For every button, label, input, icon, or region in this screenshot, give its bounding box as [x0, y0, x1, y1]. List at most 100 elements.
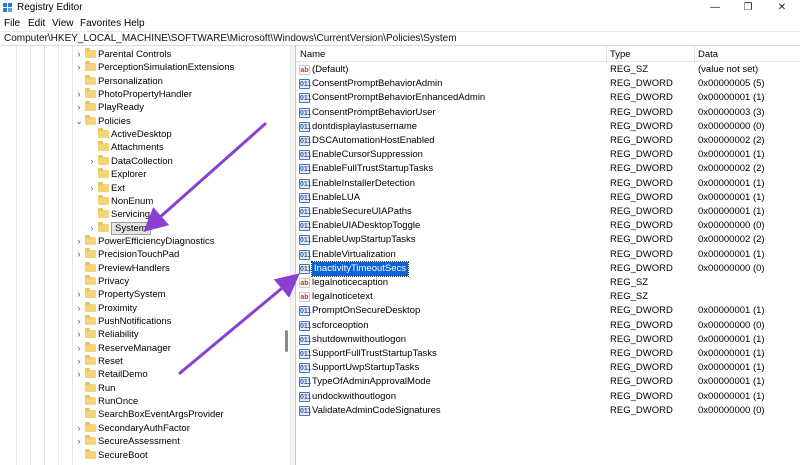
- value-row[interactable]: 011 TypeOfAdminApprovalMode REG_DWORD 0x000…: [296, 375, 800, 389]
- chevron-right-icon[interactable]: ›: [75, 355, 83, 368]
- value-row[interactable]: 011 EnableUwpStartupTasks REG_DWORD 0x00000…: [296, 233, 800, 247]
- tree-item-datacollection[interactable]: › DataCollection: [0, 154, 290, 168]
- value-row[interactable]: 011 undockwithoutlogon REG_DWORD 0x00000001…: [296, 390, 800, 404]
- value-row[interactable]: 011 EnableFullTrustStartupTasks REG_DWORD 0…: [296, 162, 800, 176]
- column-header-name[interactable]: Name: [300, 49, 325, 60]
- chevron-right-icon[interactable]: ›: [75, 235, 83, 248]
- tree-item-searchboxeventargsprovider[interactable]: SearchBoxEventArgsProvider: [0, 408, 290, 421]
- tree-item-policies[interactable]: ⌄ Policies: [0, 114, 290, 128]
- tree-item-privacy[interactable]: Privacy: [0, 274, 290, 288]
- chevron-down-icon[interactable]: ⌄: [75, 115, 83, 128]
- value-row[interactable]: 011 EnableSecureUIAPaths REG_DWORD 0x000000…: [296, 205, 800, 219]
- address-bar[interactable]: Computer\HKEY_LOCAL_MACHINE\SOFTWARE\Mic…: [0, 31, 800, 46]
- chevron-right-icon[interactable]: ›: [75, 288, 83, 301]
- value-type: REG_DWORD: [610, 106, 673, 118]
- value-row[interactable]: 011 ValidateAdminCodeSignatures REG_DWORD 0…: [296, 404, 800, 418]
- value-type: REG_SZ: [610, 291, 649, 303]
- address-path[interactable]: Computer\HKEY_LOCAL_MACHINE\SOFTWARE\Mic…: [4, 33, 457, 44]
- tree-item-retaildemo[interactable]: › RetailDemo: [0, 368, 290, 381]
- chevron-right-icon[interactable]: ›: [75, 48, 83, 61]
- chevron-right-icon[interactable]: ›: [75, 342, 83, 355]
- tree-item-system[interactable]: › System: [0, 221, 290, 235]
- chevron-right-icon[interactable]: ›: [75, 101, 83, 114]
- value-row[interactable]: 011 EnableLUA REG_DWORD 0x00000001 (1): [296, 191, 800, 205]
- value-row[interactable]: ab legalnoticecaption REG_SZ: [296, 276, 800, 290]
- chevron-right-icon[interactable]: ›: [88, 222, 96, 235]
- tree-item-runonce[interactable]: RunOnce: [0, 395, 290, 408]
- tree-item-photopropertyhandler[interactable]: › PhotoPropertyHandler: [0, 88, 290, 101]
- chevron-right-icon[interactable]: ›: [88, 155, 96, 168]
- tree-item-explorer[interactable]: Explorer: [0, 168, 290, 181]
- column-header-data[interactable]: Data: [698, 49, 718, 60]
- values-list[interactable]: Name Type Data ab (Default) REG_SZ (value n…: [296, 46, 800, 465]
- column-header-type[interactable]: Type: [610, 49, 631, 60]
- value-row[interactable]: 011 DSCAutomationHostEnabled REG_DWORD 0x00…: [296, 134, 800, 148]
- tree-item-precisiontouchpad[interactable]: › PrecisionTouchPad: [0, 248, 290, 261]
- tree-item-ext[interactable]: › Ext: [0, 181, 290, 195]
- tree-item-propertysystem[interactable]: › PropertySystem: [0, 288, 290, 301]
- tree-item-personalization[interactable]: Personalization: [0, 74, 290, 88]
- value-row[interactable]: 011 ConsentPromptBehaviorEnhancedAdmin REG…: [296, 91, 800, 105]
- chevron-right-icon[interactable]: ›: [75, 248, 83, 261]
- value-row[interactable]: 011 scforceoption REG_DWORD 0x00000000 (0): [296, 319, 800, 333]
- tree-item-pushnotifications[interactable]: › PushNotifications: [0, 315, 290, 328]
- menu-help[interactable]: Help: [124, 18, 145, 29]
- minimize-button[interactable]: —: [700, 0, 730, 16]
- chevron-right-icon[interactable]: ›: [75, 422, 83, 435]
- tree-item-reliability[interactable]: › Reliability: [0, 328, 290, 341]
- column-separator[interactable]: [694, 46, 695, 62]
- tree-item-secureboot[interactable]: SecureBoot: [0, 448, 290, 462]
- tree-item-playready[interactable]: › PlayReady: [0, 101, 290, 114]
- value-row[interactable]: 011 EnableUIADesktopToggle REG_DWORD 0x0000…: [296, 219, 800, 233]
- tree-item-reservemanager[interactable]: › ReserveManager: [0, 341, 290, 355]
- value-row[interactable]: 011 dontdisplaylastusername REG_DWORD 0x000…: [296, 120, 800, 134]
- value-name: legalnoticecaption: [312, 277, 389, 288]
- tree-item-powerefficiencydiagnostics[interactable]: › PowerEfficiencyDiagnostics: [0, 234, 290, 248]
- value-row[interactable]: 011 shutdownwithoutlogon REG_DWORD 0x000000…: [296, 333, 800, 347]
- chevron-right-icon[interactable]: ›: [75, 302, 83, 315]
- value-name: EnableLUA: [312, 191, 361, 203]
- maximize-button[interactable]: ❐: [733, 0, 763, 16]
- menu-edit[interactable]: Edit: [28, 18, 45, 29]
- tree-item-attachments[interactable]: Attachments: [0, 141, 290, 154]
- value-row[interactable]: ab legalnoticetext REG_SZ: [296, 290, 800, 304]
- tree-item-reset[interactable]: › Reset: [0, 355, 290, 368]
- chevron-right-icon[interactable]: ›: [75, 61, 83, 74]
- tree-scrollbar-thumb[interactable]: [285, 330, 288, 352]
- close-button[interactable]: ✕: [767, 0, 797, 16]
- menu-favorites[interactable]: Favorites: [80, 18, 121, 29]
- value-data: 0x00000001 (1): [698, 248, 765, 260]
- value-row[interactable]: 011 ConsentPromptBehaviorAdmin REG_DWORD 0x…: [296, 77, 800, 91]
- chevron-right-icon[interactable]: ›: [75, 315, 83, 328]
- column-separator[interactable]: [606, 46, 607, 62]
- registry-tree[interactable]: › Parental Controls › PerceptionSimulationE…: [0, 46, 290, 465]
- value-row[interactable]: 011 EnableCursorSuppression REG_DWORD 0x000…: [296, 148, 800, 162]
- value-data: 0x00000000 (0): [698, 262, 765, 274]
- tree-item-servicing[interactable]: Servicing: [0, 208, 290, 221]
- chevron-right-icon[interactable]: ›: [75, 328, 83, 341]
- tree-item-activedesktop[interactable]: ActiveDesktop: [0, 128, 290, 141]
- tree-item-run[interactable]: Run: [0, 381, 290, 395]
- tree-item-proximity[interactable]: › Proximity: [0, 301, 290, 315]
- value-row[interactable]: 011 SupportUwpStartupTasks REG_DWORD 0x0000…: [296, 361, 800, 375]
- tree-item-secureassessment[interactable]: › SecureAssessment: [0, 435, 290, 448]
- tree-item-secondaryauthfactor[interactable]: › SecondaryAuthFactor: [0, 421, 290, 435]
- folder-icon: [85, 114, 96, 125]
- value-row[interactable]: 011 PromptOnSecureDesktop REG_DWORD 0x00000…: [296, 304, 800, 318]
- value-row[interactable]: 011 InactivityTimeoutSecs REG_DWORD 0x00000…: [296, 260, 800, 277]
- chevron-right-icon[interactable]: ›: [75, 435, 83, 448]
- chevron-right-icon[interactable]: ›: [88, 182, 96, 195]
- tree-item-nonenum[interactable]: NonEnum: [0, 194, 290, 208]
- menu-file[interactable]: File: [4, 18, 20, 29]
- tree-item-parental-controls[interactable]: › Parental Controls: [0, 48, 290, 61]
- chevron-right-icon[interactable]: ›: [75, 368, 83, 381]
- tree-item-perceptionsimulationextensions[interactable]: › PerceptionSimulationExtensions: [0, 61, 290, 74]
- menu-view[interactable]: View: [52, 18, 74, 29]
- value-row[interactable]: 011 SupportFullTrustStartupTasks REG_DWORD…: [296, 347, 800, 361]
- tree-item-previewhandlers[interactable]: PreviewHandlers: [0, 261, 290, 275]
- value-row[interactable]: ab (Default) REG_SZ (value not set): [296, 63, 800, 77]
- value-row[interactable]: 011 ConsentPromptBehaviorUser REG_DWORD 0x0…: [296, 106, 800, 120]
- value-row[interactable]: 011 EnableInstallerDetection REG_DWORD 0x00…: [296, 177, 800, 191]
- chevron-right-icon[interactable]: ›: [75, 88, 83, 101]
- value-row[interactable]: 011 EnableVirtualization REG_DWORD 0x000000…: [296, 248, 800, 262]
